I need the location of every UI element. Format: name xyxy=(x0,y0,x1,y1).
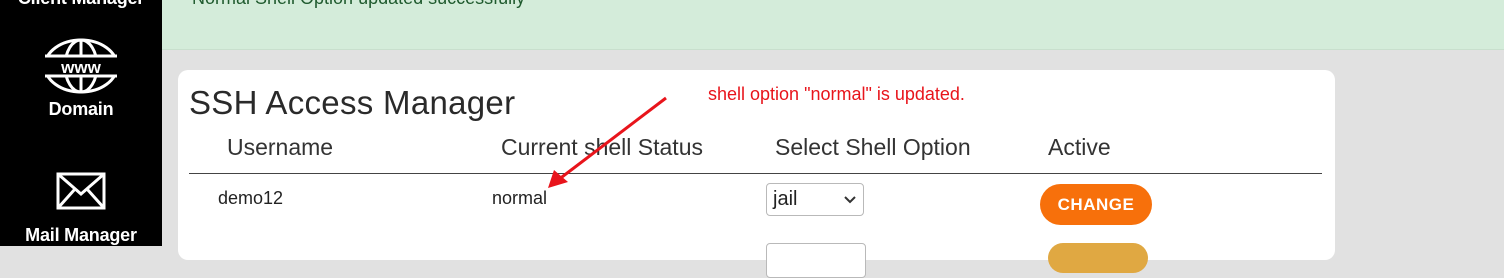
change-button[interactable] xyxy=(1048,243,1148,273)
username-cell: demo12 xyxy=(218,188,284,208)
success-alert: Normal Shell Option updated successfully xyxy=(162,0,1504,50)
sidebar-item-mail-manager[interactable]: Mail Manager xyxy=(0,172,162,246)
sidebar-item-label: Domain xyxy=(48,99,114,119)
status-cell: normal xyxy=(492,188,548,208)
www-globe-icon: www xyxy=(42,38,120,94)
page-title: SSH Access Manager xyxy=(189,84,516,121)
svg-text:www: www xyxy=(60,58,101,77)
column-header-select-shell-option: Select Shell Option xyxy=(775,134,971,160)
annotation-arrow-icon xyxy=(548,96,667,188)
chevron-down-icon xyxy=(844,196,856,204)
column-header-username: Username xyxy=(227,134,334,160)
shell-option-value: jail xyxy=(773,188,798,210)
annotation-text: shell option "normal" is updated. xyxy=(708,84,965,104)
envelope-icon xyxy=(56,172,106,210)
sidebar: Client Manager www Domain Mail Manager xyxy=(0,0,162,246)
sidebar-item-client-manager[interactable]: Client Manager xyxy=(0,0,162,9)
sidebar-item-domain[interactable]: www Domain xyxy=(0,36,162,120)
alert-message: Normal Shell Option updated successfully xyxy=(192,0,525,9)
column-header-active: Active xyxy=(1048,134,1111,160)
shell-option-select[interactable]: jail xyxy=(766,183,864,216)
shell-option-select[interactable] xyxy=(766,243,866,278)
sidebar-item-label: Client Manager xyxy=(0,0,162,9)
sidebar-item-label: Mail Manager xyxy=(25,225,137,245)
table-header-divider xyxy=(189,173,1322,174)
change-button[interactable]: CHANGE xyxy=(1040,184,1152,225)
